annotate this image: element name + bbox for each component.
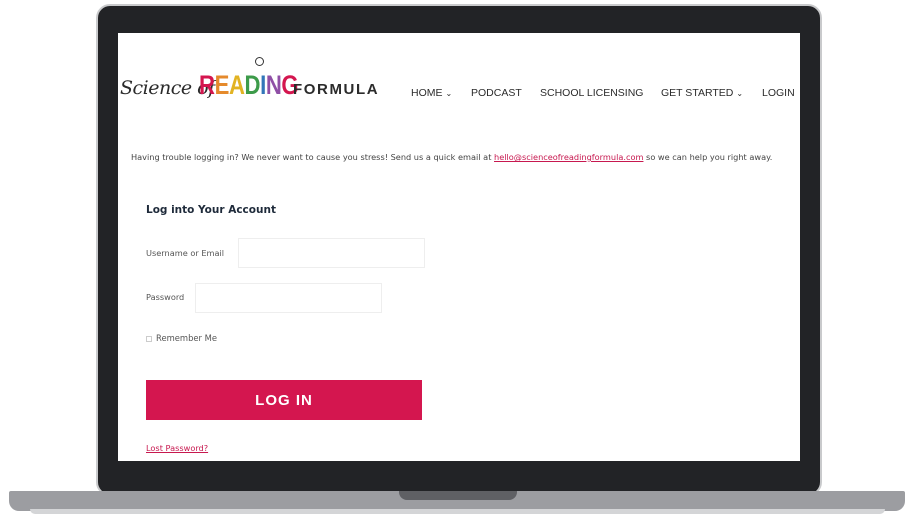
lightbulb-icon <box>255 57 264 66</box>
nav-item-label: PODCAST <box>471 87 522 99</box>
nav-item-home[interactable]: HOME ⌄ <box>411 87 452 99</box>
logo-letter: R <box>199 70 215 100</box>
nav-item-school-licensing[interactable]: SCHOOL LICENSING <box>540 87 643 99</box>
laptop-base-shadow <box>30 509 885 514</box>
username-label: Username or Email <box>146 248 225 258</box>
remember-me-label: Remember Me <box>156 333 218 343</box>
nav-item-get-started[interactable]: GET STARTED ⌄ <box>661 87 743 99</box>
log-in-button[interactable]: LOG IN <box>146 380 422 420</box>
logo-reading-text: READING <box>199 70 299 101</box>
notice-text-after: so we can help you right away. <box>643 152 773 162</box>
password-field[interactable] <box>195 283 382 313</box>
remember-me-row: Remember Me <box>146 333 217 343</box>
notice-text-before: Having trouble logging in? We never want… <box>131 152 495 162</box>
nav-item-label: SCHOOL LICENSING <box>540 87 644 99</box>
lost-password-link[interactable]: Lost Password? <box>146 443 208 453</box>
logo-letter: N <box>265 70 282 100</box>
login-form-title: Log into Your Account <box>146 204 276 216</box>
chevron-down-icon: ⌄ <box>445 89 453 98</box>
browser-screen: Science of READING FORMULA HOME ⌄ PODCAST… <box>118 33 800 461</box>
laptop-notch <box>399 491 517 500</box>
logo-formula-text: FORMULA <box>293 81 380 98</box>
nav-item-login[interactable]: LOGIN <box>762 87 795 99</box>
remember-me-checkbox[interactable] <box>146 335 152 342</box>
nav-item-label: GET STARTED <box>661 87 734 99</box>
nav-item-label: HOME <box>411 87 443 99</box>
password-label: Password <box>146 292 185 302</box>
nav-item-label: LOGIN <box>762 87 795 99</box>
username-field[interactable] <box>238 238 425 268</box>
chevron-down-icon: ⌄ <box>736 89 744 98</box>
logo-letter: A <box>228 70 245 100</box>
nav-item-podcast[interactable]: PODCAST <box>471 87 522 99</box>
logo-letter: E <box>214 70 230 100</box>
login-help-notice: Having trouble logging in? We never want… <box>131 149 791 166</box>
logo-letter: D <box>244 70 261 100</box>
support-email-link[interactable]: hello@scienceofreadingformula.com <box>494 152 643 162</box>
